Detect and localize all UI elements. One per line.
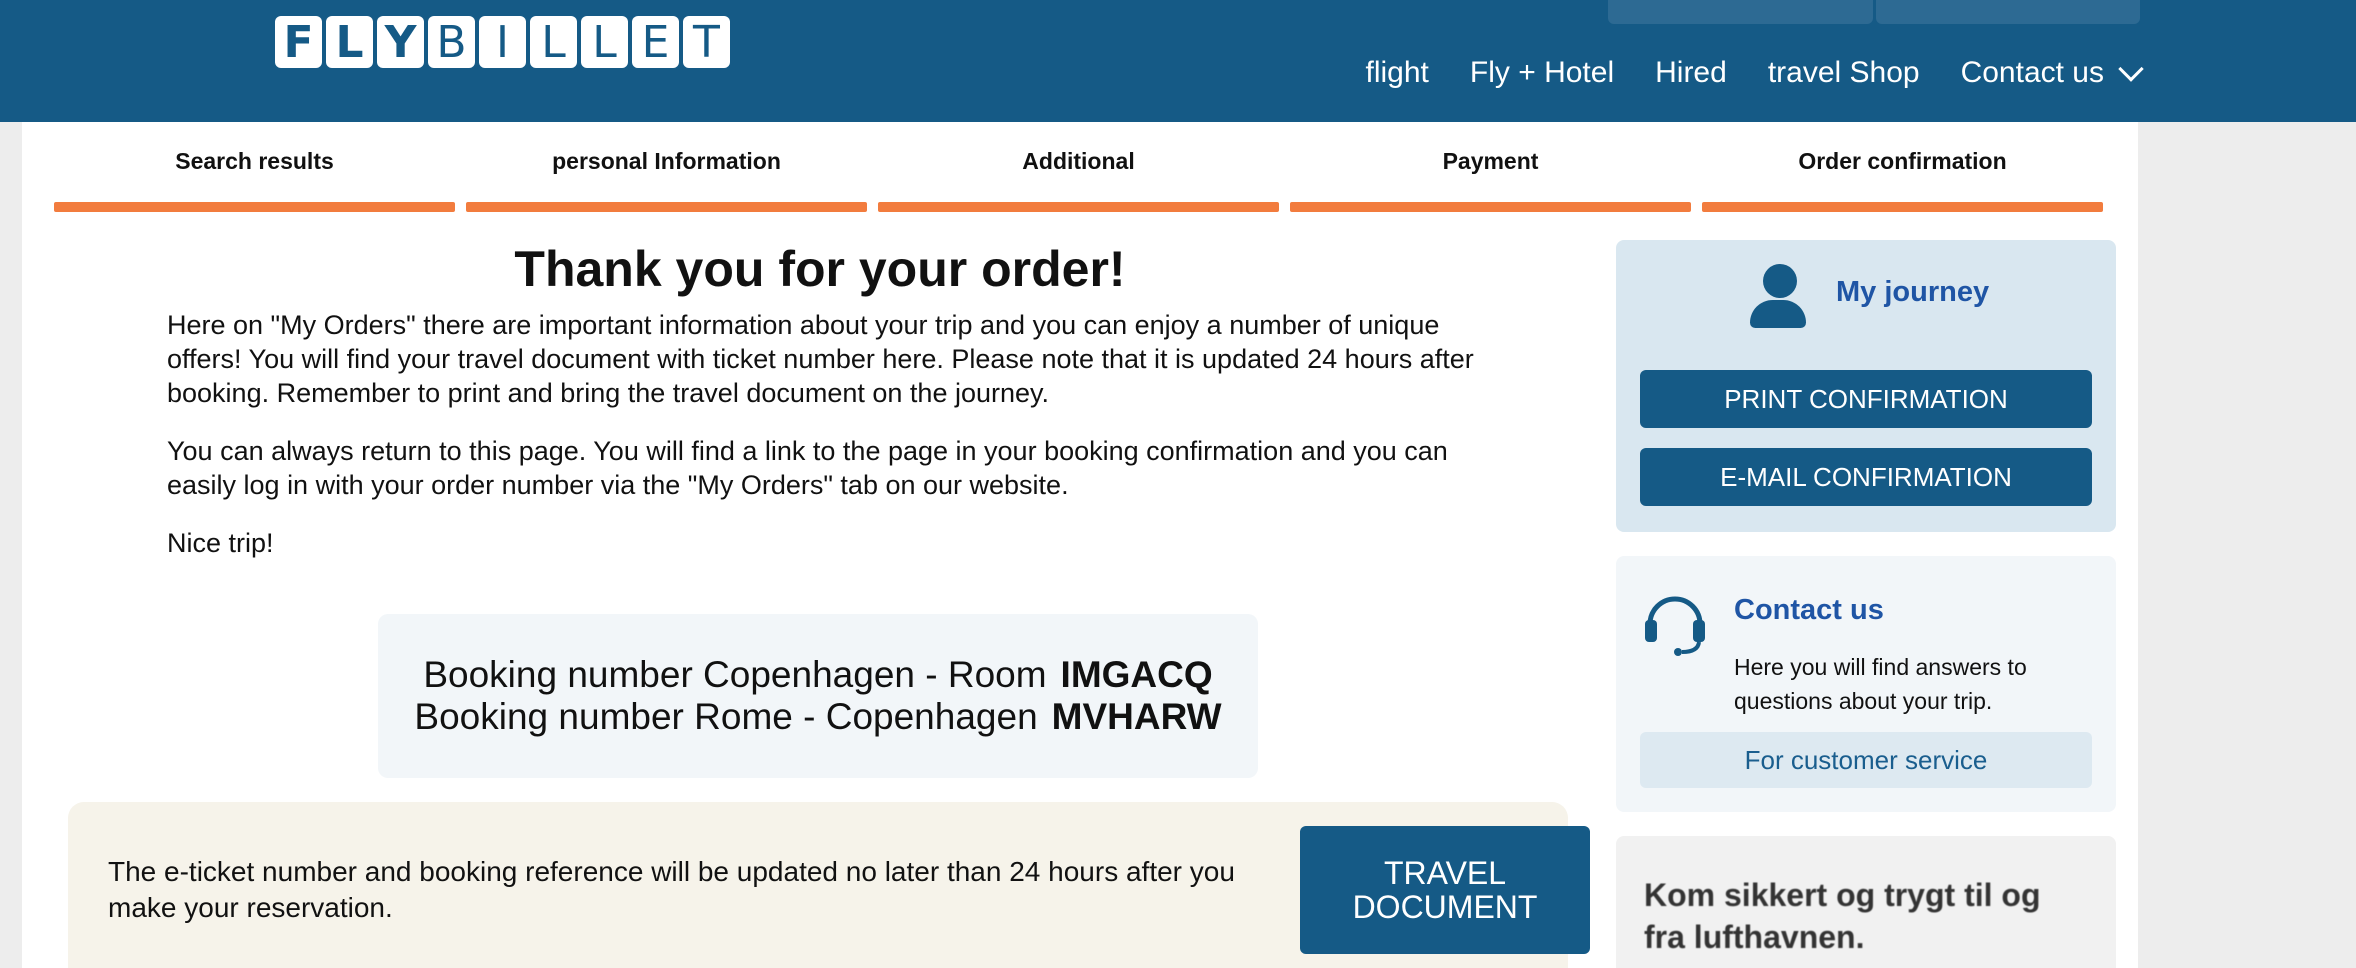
chevron-down-icon bbox=[2118, 56, 2144, 82]
my-journey-card: My journey PRINT CONFIRMATION E-MAIL CON… bbox=[1616, 240, 2116, 532]
logo-tile: F bbox=[275, 16, 322, 68]
step-search-results[interactable]: Search results bbox=[54, 148, 455, 212]
customer-service-button[interactable]: For customer service bbox=[1640, 732, 2092, 788]
booking-label: Booking number Copenhagen - Room bbox=[423, 654, 1047, 695]
headset-icon bbox=[1645, 596, 1705, 656]
logo-tile: L bbox=[326, 16, 373, 68]
nav-flight[interactable]: flight bbox=[1366, 56, 1429, 90]
logo-tile: B bbox=[428, 16, 475, 68]
top-account-tabs bbox=[1608, 0, 2140, 24]
top-tab-my-orders[interactable] bbox=[1608, 0, 1873, 24]
booking-line: Booking number Rome - Copenhagen MVHARW bbox=[378, 696, 1258, 738]
contact-card: Contact us Here you will find answers to… bbox=[1616, 556, 2116, 812]
logo-tile: L bbox=[530, 16, 577, 68]
print-confirmation-button[interactable]: PRINT CONFIRMATION bbox=[1640, 370, 2092, 428]
step-bar bbox=[466, 202, 867, 212]
step-label: Search results bbox=[175, 148, 334, 174]
travel-document-label: TRAVEL bbox=[1383, 855, 1507, 891]
logo-tile: L bbox=[581, 16, 628, 68]
step-payment[interactable]: Payment bbox=[1290, 148, 1691, 212]
site-header: F L Y B I L L E T flight Fly + Hotel Hir… bbox=[0, 0, 2356, 122]
nav-hired[interactable]: Hired bbox=[1655, 56, 1727, 90]
farewell-text: Nice trip! bbox=[167, 528, 274, 558]
logo-tile: T bbox=[683, 16, 730, 68]
step-personal-information[interactable]: personal Information bbox=[466, 148, 867, 212]
user-icon bbox=[1748, 264, 1806, 328]
flybillet-logo[interactable]: F L Y B I L L E T bbox=[275, 16, 730, 68]
return-paragraph: You can always return to this page. You … bbox=[167, 436, 1448, 500]
step-bar bbox=[1290, 202, 1691, 212]
travel-document-label: DOCUMENT bbox=[1352, 889, 1538, 925]
eticket-notice: The e-ticket number and booking referenc… bbox=[68, 802, 1590, 968]
step-label: Order confirmation bbox=[1798, 148, 2007, 174]
top-tab-shopping-cart[interactable] bbox=[1875, 0, 2140, 24]
step-label: Additional bbox=[1022, 148, 1135, 174]
email-confirmation-button[interactable]: E-MAIL CONFIRMATION bbox=[1640, 448, 2092, 506]
booking-numbers-box: Booking number Copenhagen - Room IMGACQ B… bbox=[378, 614, 1258, 778]
step-bar bbox=[1702, 202, 2103, 212]
step-order-confirmation[interactable]: Order confirmation bbox=[1702, 148, 2103, 212]
progress-steps: Search results personal Information Addi… bbox=[54, 148, 2103, 212]
main-nav: flight Fly + Hotel Hired travel Shop Con… bbox=[1366, 56, 2144, 90]
nav-travel-shop[interactable]: travel Shop bbox=[1768, 56, 1920, 90]
step-additional[interactable]: Additional bbox=[878, 148, 1279, 212]
intro-paragraph: Here on "My Orders" there are important … bbox=[167, 310, 1474, 408]
contact-title: Contact us bbox=[1734, 594, 1884, 626]
page-title: Thank you for your order! bbox=[514, 241, 1126, 297]
my-journey-title: My journey bbox=[1836, 276, 1990, 308]
nav-contact-us-label: Contact us bbox=[1960, 56, 2104, 89]
travel-document-button[interactable]: TRAVEL DOCUMENT bbox=[1300, 826, 1590, 954]
step-label: Payment bbox=[1442, 148, 1539, 174]
booking-code: MVHARW bbox=[1051, 696, 1222, 737]
nav-fly-hotel[interactable]: Fly + Hotel bbox=[1470, 56, 1614, 90]
booking-label: Booking number Rome - Copenhagen bbox=[414, 696, 1038, 737]
main-panel: Search results personal Information Addi… bbox=[22, 122, 2138, 968]
logo-tile: E bbox=[632, 16, 679, 68]
step-label: personal Information bbox=[552, 148, 781, 174]
airport-transfer-promo[interactable]: Kom sikkert og trygt til og fra lufthavn… bbox=[1616, 836, 2116, 968]
step-bar bbox=[878, 202, 1279, 212]
booking-line: Booking number Copenhagen - Room IMGACQ bbox=[378, 654, 1258, 696]
logo-tile: Y bbox=[377, 16, 424, 68]
nav-contact-us[interactable]: Contact us bbox=[1960, 56, 2144, 90]
step-bar bbox=[54, 202, 455, 212]
logo-tile: I bbox=[479, 16, 526, 68]
contact-text: Here you will find answers to questions … bbox=[1734, 654, 2027, 714]
promo-text: Kom sikkert og trygt til og fra lufthavn… bbox=[1644, 877, 2041, 955]
notice-text: The e-ticket number and booking referenc… bbox=[108, 856, 1235, 923]
booking-code: IMGACQ bbox=[1060, 654, 1213, 695]
